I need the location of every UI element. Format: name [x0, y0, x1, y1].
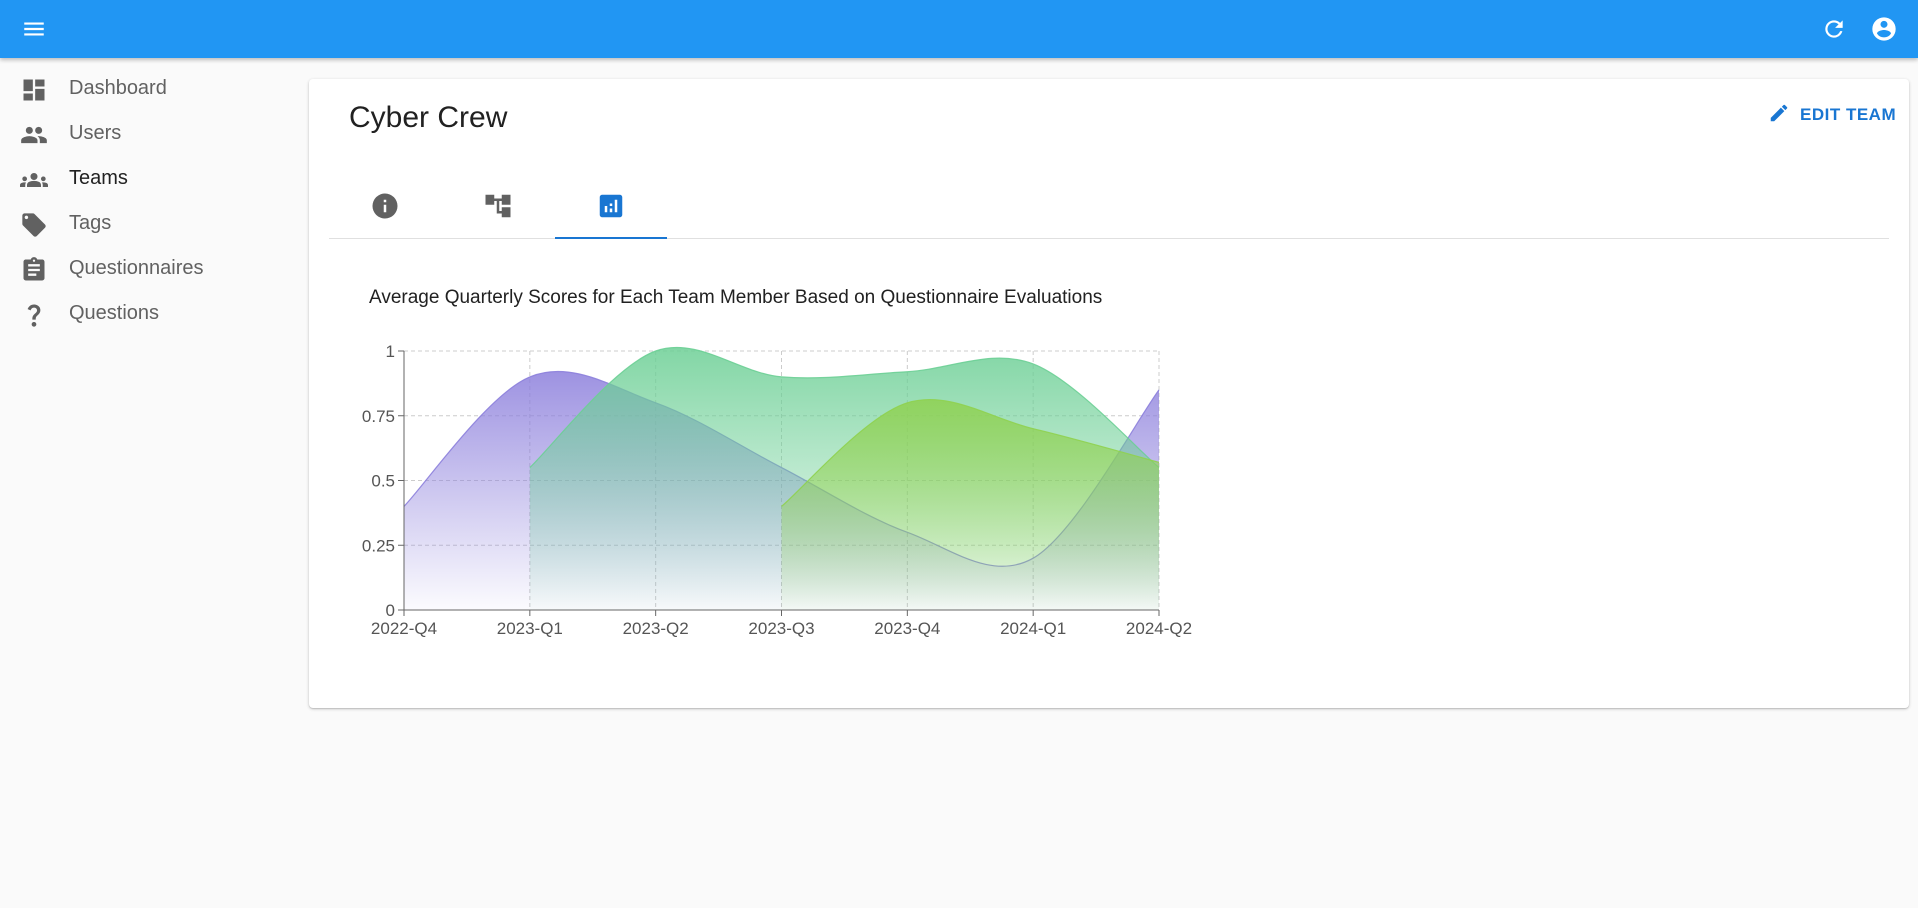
x-tick-label: 2024-Q2	[1126, 619, 1192, 638]
menu-icon[interactable]	[14, 9, 54, 49]
tab-bar	[329, 178, 1889, 239]
y-tick-label: 0.5	[371, 472, 395, 491]
y-tick-label: 0.75	[362, 407, 395, 426]
sidebar-item-teams[interactable]: Teams	[0, 156, 300, 201]
tab-statistics[interactable]	[555, 178, 667, 239]
y-tick-label: 0	[386, 601, 395, 620]
edit-team-button[interactable]: EDIT TEAM	[1764, 97, 1900, 133]
tag-icon	[20, 211, 48, 239]
y-tick-label: 1	[386, 342, 395, 361]
sidebar-item-tags[interactable]: Tags	[0, 201, 300, 246]
users-icon	[20, 121, 48, 149]
sidebar-item-label: Questionnaires	[69, 257, 204, 279]
page-title: Cyber Crew	[349, 101, 508, 134]
y-tick-label: 0.25	[362, 536, 395, 555]
edit-team-label: EDIT TEAM	[1800, 105, 1897, 124]
pencil-icon	[1768, 102, 1790, 129]
x-tick-label: 2023-Q2	[623, 619, 689, 638]
sidebar: Dashboard Users Teams Tags Questionnaire…	[0, 58, 300, 908]
sidebar-item-dashboard[interactable]: Dashboard	[0, 66, 300, 111]
tab-info[interactable]	[329, 178, 441, 238]
x-tick-label: 2023-Q1	[497, 619, 563, 638]
tab-hierarchy[interactable]	[442, 178, 554, 238]
refresh-icon[interactable]	[1814, 9, 1854, 49]
dashboard-icon	[20, 76, 48, 104]
sidebar-item-label: Tags	[69, 212, 112, 234]
x-tick-label: 2023-Q4	[874, 619, 940, 638]
x-tick-label: 2022-Q4	[371, 619, 437, 638]
account-circle-icon[interactable]	[1864, 9, 1904, 49]
area-chart: 0 0.25 0.5 0.75 1 2022-Q4 2023-Q1 2023-Q2 2023-Q…	[362, 342, 1192, 638]
x-tick-label: 2023-Q3	[748, 619, 814, 638]
bar-chart-icon	[596, 191, 626, 226]
sidebar-item-questionnaires[interactable]: Questionnaires	[0, 246, 300, 291]
sidebar-item-label: Users	[69, 122, 122, 144]
app-bar	[0, 0, 1918, 58]
x-tick-label: 2024-Q1	[1000, 619, 1066, 638]
hierarchy-icon	[483, 191, 513, 226]
clipboard-icon	[20, 256, 48, 284]
sidebar-item-questions[interactable]: Questions	[0, 291, 300, 336]
sidebar-item-label: Questions	[69, 302, 160, 324]
sidebar-item-users[interactable]: Users	[0, 111, 300, 156]
sidebar-item-label: Teams	[69, 167, 128, 189]
teams-icon	[20, 166, 48, 194]
info-icon	[370, 191, 400, 226]
sidebar-item-label: Dashboard	[69, 77, 167, 99]
chart-title: Average Quarterly Scores for Each Team M…	[369, 287, 1103, 308]
team-card: Cyber Crew EDIT TEAM Average Quarterly S…	[309, 79, 1909, 708]
question-mark-icon	[20, 301, 48, 329]
